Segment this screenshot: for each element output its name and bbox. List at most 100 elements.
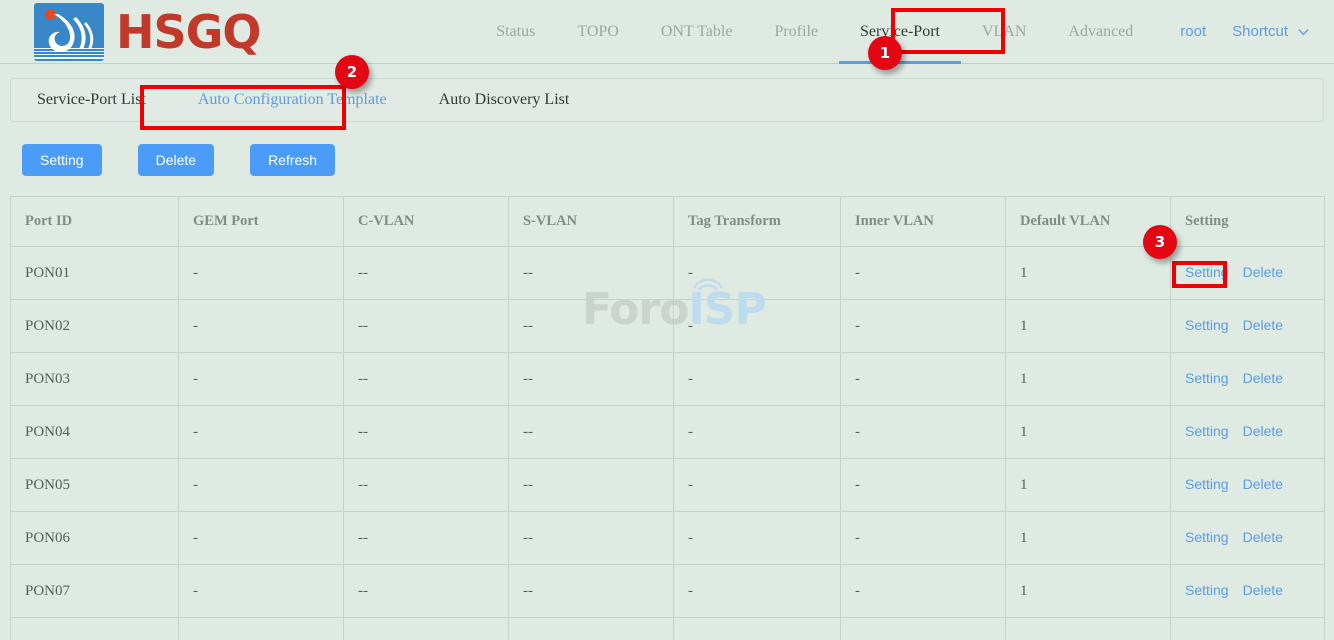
service-port-template-table: Port ID GEM Port C-VLAN S-VLAN Tag Trans… bbox=[10, 196, 1325, 640]
col-s-vlan: S-VLAN bbox=[509, 197, 674, 247]
cell-default-vlan bbox=[1006, 618, 1171, 640]
table-row: PON01-------1SettingDelete bbox=[11, 247, 1325, 300]
cell-inner-vlan: - bbox=[841, 512, 1006, 565]
cell-gem-port bbox=[179, 618, 344, 640]
cell-c-vlan: -- bbox=[344, 512, 509, 565]
cell-default-vlan: 1 bbox=[1006, 300, 1171, 353]
cell-port-id: PON06 bbox=[11, 512, 179, 565]
row-delete-link[interactable]: Delete bbox=[1243, 423, 1283, 439]
row-delete-link[interactable]: Delete bbox=[1243, 529, 1283, 545]
cell-inner-vlan bbox=[841, 618, 1006, 640]
cell-s-vlan: -- bbox=[509, 247, 674, 300]
cell-gem-port: - bbox=[179, 565, 344, 618]
cell-default-vlan: 1 bbox=[1006, 406, 1171, 459]
cell-port-id bbox=[11, 618, 179, 640]
col-default-vlan: Default VLAN bbox=[1006, 197, 1171, 247]
cell-inner-vlan: - bbox=[841, 247, 1006, 300]
cell-c-vlan: -- bbox=[344, 459, 509, 512]
cell-port-id: PON07 bbox=[11, 565, 179, 618]
cell-port-id: PON01 bbox=[11, 247, 179, 300]
nav-item-vlan[interactable]: VLAN bbox=[961, 0, 1047, 64]
cell-default-vlan: 1 bbox=[1006, 459, 1171, 512]
nav-item-topo[interactable]: TOPO bbox=[556, 0, 640, 64]
nav-item-ont-table[interactable]: ONT Table bbox=[640, 0, 754, 64]
cell-port-id: PON03 bbox=[11, 353, 179, 406]
cell-default-vlan: 1 bbox=[1006, 247, 1171, 300]
cell-actions: Setting Delete bbox=[1171, 512, 1325, 565]
cell-port-id: PON02 bbox=[11, 300, 179, 353]
cell-c-vlan bbox=[344, 618, 509, 640]
row-setting-link[interactable]: Setting bbox=[1185, 582, 1229, 598]
cell-actions: Setting Delete bbox=[1171, 565, 1325, 618]
row-setting-link[interactable]: Setting bbox=[1185, 317, 1229, 333]
tab-service-port-list[interactable]: Service-Port List bbox=[11, 79, 172, 121]
col-port-id: Port ID bbox=[11, 197, 179, 247]
page-root: HSGQ Status TOPO ONT Table Profile Servi… bbox=[0, 0, 1334, 640]
table-header: Port ID GEM Port C-VLAN S-VLAN Tag Trans… bbox=[11, 197, 1325, 247]
cell-tag-transform: - bbox=[674, 247, 841, 300]
cell-s-vlan: -- bbox=[509, 565, 674, 618]
nav-item-advanced[interactable]: Advanced bbox=[1047, 0, 1154, 64]
cell-port-id: PON04 bbox=[11, 406, 179, 459]
nav-item-service-port[interactable]: Service-Port bbox=[839, 0, 961, 64]
brand: HSGQ bbox=[0, 3, 261, 61]
table-row: PON07-------1SettingDelete bbox=[11, 565, 1325, 618]
cell-c-vlan: -- bbox=[344, 565, 509, 618]
nav-item-status[interactable]: Status bbox=[475, 0, 556, 64]
cell-actions: Setting Delete bbox=[1171, 406, 1325, 459]
delete-button[interactable]: Delete bbox=[138, 144, 214, 176]
refresh-button[interactable]: Refresh bbox=[250, 144, 335, 176]
shortcut-label: Shortcut bbox=[1232, 23, 1288, 40]
cell-default-vlan: 1 bbox=[1006, 353, 1171, 406]
row-setting-link[interactable]: Setting bbox=[1185, 423, 1229, 439]
table-row: PON06-------1SettingDelete bbox=[11, 512, 1325, 565]
table-row: PON02-------1SettingDelete bbox=[11, 300, 1325, 353]
cell-tag-transform: - bbox=[674, 459, 841, 512]
cell-tag-transform: - bbox=[674, 406, 841, 459]
cell-c-vlan: -- bbox=[344, 247, 509, 300]
shortcut-menu[interactable]: Shortcut bbox=[1220, 23, 1316, 40]
chevron-down-icon bbox=[1297, 25, 1310, 38]
table-row bbox=[11, 618, 1325, 640]
tabbar: Service-Port List Auto Configuration Tem… bbox=[10, 78, 1324, 122]
tab-auto-configuration-template[interactable]: Auto Configuration Template bbox=[172, 79, 413, 121]
setting-button[interactable]: Setting bbox=[22, 144, 102, 176]
cell-inner-vlan: - bbox=[841, 406, 1006, 459]
col-tag-transform: Tag Transform bbox=[674, 197, 841, 247]
cell-c-vlan: -- bbox=[344, 353, 509, 406]
cell-gem-port: - bbox=[179, 353, 344, 406]
cell-actions: Setting Delete bbox=[1171, 247, 1325, 300]
brand-name: HSGQ bbox=[116, 9, 261, 55]
cell-gem-port: - bbox=[179, 512, 344, 565]
cell-s-vlan: -- bbox=[509, 353, 674, 406]
cell-c-vlan: -- bbox=[344, 406, 509, 459]
cell-inner-vlan: - bbox=[841, 459, 1006, 512]
cell-port-id: PON05 bbox=[11, 459, 179, 512]
cell-gem-port: - bbox=[179, 300, 344, 353]
tab-auto-discovery-list[interactable]: Auto Discovery List bbox=[413, 79, 596, 121]
table-body: PON01-------1SettingDeletePON02-------1S… bbox=[11, 247, 1325, 640]
cell-c-vlan: -- bbox=[344, 300, 509, 353]
row-setting-link[interactable]: Setting bbox=[1185, 476, 1229, 492]
table-row: PON05-------1SettingDelete bbox=[11, 459, 1325, 512]
row-delete-link[interactable]: Delete bbox=[1243, 476, 1283, 492]
row-delete-link[interactable]: Delete bbox=[1243, 317, 1283, 333]
cell-tag-transform: - bbox=[674, 353, 841, 406]
row-delete-link[interactable]: Delete bbox=[1243, 370, 1283, 386]
hsgq-logo-icon bbox=[34, 3, 104, 61]
table-header-row: Port ID GEM Port C-VLAN S-VLAN Tag Trans… bbox=[11, 197, 1325, 247]
row-delete-link[interactable]: Delete bbox=[1243, 582, 1283, 598]
col-setting: Setting bbox=[1171, 197, 1325, 247]
cell-s-vlan: -- bbox=[509, 406, 674, 459]
toolbar: Setting Delete Refresh bbox=[0, 122, 1334, 176]
cell-gem-port: - bbox=[179, 247, 344, 300]
row-setting-link[interactable]: Setting bbox=[1185, 264, 1229, 280]
row-setting-link[interactable]: Setting bbox=[1185, 370, 1229, 386]
table-row: PON04-------1SettingDelete bbox=[11, 406, 1325, 459]
nav-item-profile[interactable]: Profile bbox=[753, 0, 839, 64]
user-menu[interactable]: root bbox=[1154, 23, 1220, 40]
cell-default-vlan: 1 bbox=[1006, 512, 1171, 565]
cell-s-vlan bbox=[509, 618, 674, 640]
row-delete-link[interactable]: Delete bbox=[1243, 264, 1283, 280]
row-setting-link[interactable]: Setting bbox=[1185, 529, 1229, 545]
